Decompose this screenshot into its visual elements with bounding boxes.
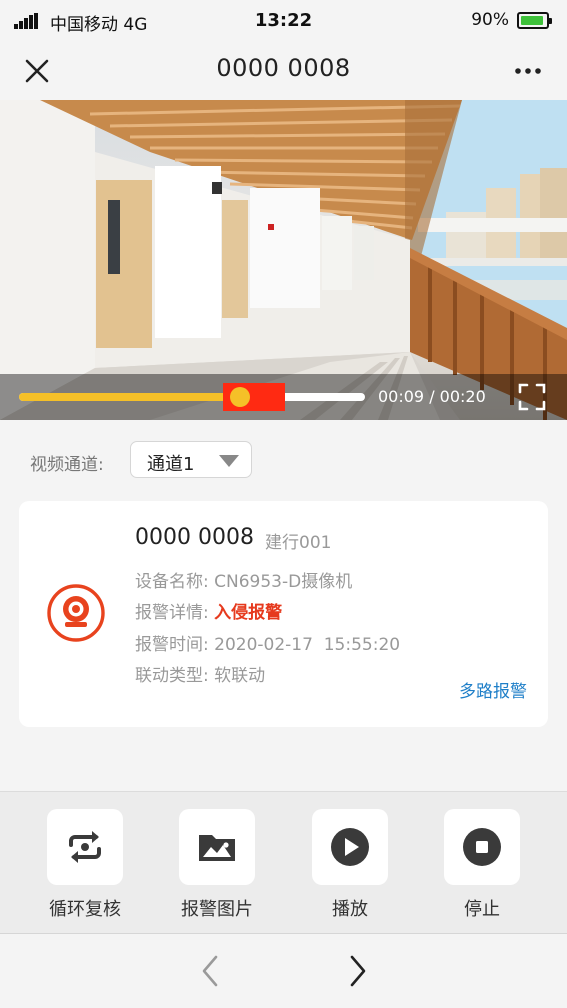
channel-row: 视频通道: 通道1 — [0, 440, 567, 480]
info-key: 联动类型: — [135, 666, 209, 686]
loop-review-button[interactable]: 循环复核 — [35, 809, 135, 920]
stop-button[interactable]: 停止 — [432, 809, 532, 920]
info-row-device-name: 设备名称: CN6953-D摄像机 — [135, 567, 352, 592]
camera-icon — [46, 583, 106, 643]
multi-alarm-link[interactable]: 多路报警 — [459, 677, 527, 702]
status-bar: 中国移动 4G 13:22 90% — [0, 0, 567, 44]
action-tile — [444, 809, 520, 885]
action-label: 停止 — [464, 899, 500, 920]
action-tile — [179, 809, 255, 885]
progress-fill — [19, 393, 241, 401]
action-tile — [47, 809, 123, 885]
device-id: 0000 0008 — [135, 525, 254, 550]
image-folder-icon — [199, 835, 235, 861]
info-row-link-type: 联动类型: 软联动 — [135, 661, 265, 686]
channel-label: 视频通道: — [30, 455, 104, 475]
action-label: 报警图片 — [181, 899, 253, 920]
playback-time: 00:09 / 00:20 — [378, 387, 486, 406]
more-dots-icon[interactable] — [511, 56, 545, 86]
action-bar: 循环复核 报警图片 播放 停止 — [0, 792, 567, 933]
channel-selected-value: 通道1 — [147, 454, 195, 475]
bottom-nav — [0, 934, 567, 1008]
fullscreen-icon[interactable] — [517, 382, 547, 412]
page-title: 0000 0008 — [216, 54, 351, 82]
info-key: 报警详情: — [135, 603, 209, 623]
info-row-alarm-time: 报警时间: 2020-02-17 15:55:20 — [135, 630, 400, 655]
stop-icon — [463, 828, 501, 866]
chevron-left-icon[interactable] — [195, 954, 225, 988]
chevron-down-icon — [219, 455, 239, 467]
chevron-right-icon[interactable] — [343, 954, 373, 988]
info-value: 软联动 — [214, 666, 266, 686]
corridor-video-frame — [0, 100, 567, 420]
channel-select[interactable]: 通道1 — [130, 441, 252, 478]
loop-review-icon — [69, 831, 101, 863]
play-icon — [331, 828, 369, 866]
battery-percent: 90% — [471, 10, 509, 30]
action-label: 播放 — [332, 899, 368, 920]
alarm-image-button[interactable]: 报警图片 — [167, 809, 267, 920]
info-row-alarm-detail: 报警详情: 入侵报警 — [135, 598, 282, 623]
progress-bar[interactable] — [19, 383, 365, 411]
device-group: 建行001 — [265, 533, 332, 553]
play-button[interactable]: 播放 — [300, 809, 400, 920]
info-key: 报警时间: — [135, 635, 209, 655]
info-key: 设备名称: — [135, 572, 209, 592]
alarm-type-value: 入侵报警 — [214, 603, 283, 623]
alarm-info-card: 0000 0008 建行001 设备名称: CN6953-D摄像机 报警详情: … — [19, 501, 548, 727]
video-controls: 00:09 / 00:20 — [0, 374, 567, 420]
info-value: 2020-02-17 15:55:20 — [214, 635, 401, 655]
action-label: 循环复核 — [49, 899, 121, 920]
nav-bar: 0000 0008 — [0, 44, 567, 100]
info-value: CN6953-D摄像机 — [214, 572, 353, 592]
video-player[interactable]: 00:09 / 00:20 — [0, 100, 567, 420]
battery-icon — [517, 12, 552, 29]
action-tile — [312, 809, 388, 885]
